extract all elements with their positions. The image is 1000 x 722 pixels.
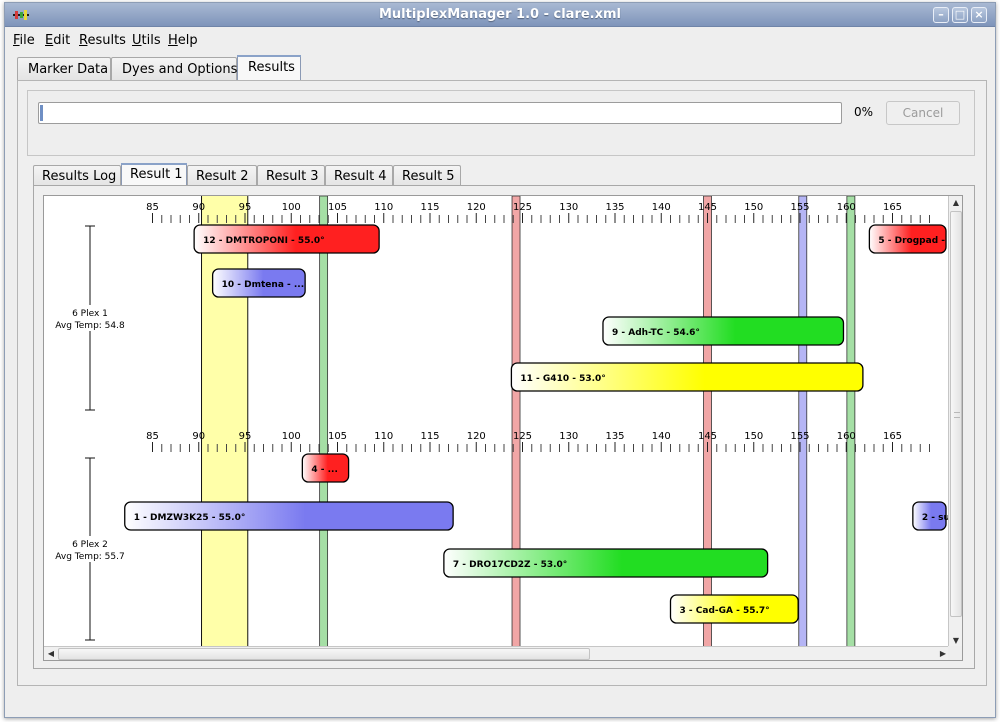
axis-tick-label: 100 (282, 202, 301, 213)
window-title: MultiplexManager 1.0 - clare.xml (378, 7, 622, 22)
axis-tick-label: 165 (883, 202, 902, 213)
dye-line (319, 196, 329, 648)
axis-tick-label: 145 (698, 202, 717, 213)
tab-result-4[interactable]: Result 4 (325, 165, 393, 187)
dye-line (798, 196, 808, 648)
dye-line (511, 196, 521, 648)
tab-result-5[interactable]: Result 5 (393, 165, 461, 187)
vertical-scroll-thumb[interactable] (950, 211, 962, 617)
marker-label: 7 - DRO17CD2Z - 53.0° (453, 560, 567, 570)
app-window: MultiplexManager 1.0 - clare.xml – □ × F… (4, 2, 996, 718)
progress-fill (40, 105, 43, 121)
axis-tick-label: 105 (328, 202, 347, 213)
axis-tick-label: 150 (744, 431, 763, 442)
axis-tick-label: 95 (239, 202, 252, 213)
marker-label: 10 - Dmtena - ... (222, 280, 305, 290)
marker-label: 4 - ... (311, 465, 338, 475)
plex-avg-temp: Avg Temp: 55.7 (55, 552, 124, 562)
menu-file[interactable]: File (13, 33, 35, 48)
dye-line (703, 196, 712, 648)
marker-label: 1 - DMZW3K25 - 55.0° (134, 513, 246, 523)
axis-tick-label: 120 (467, 202, 486, 213)
menu-help[interactable]: Help (168, 33, 198, 48)
axis-tick-label: 155 (790, 431, 809, 442)
marker-label: 9 - Adh-TC - 54.6° (612, 328, 700, 338)
axis-tick-label: 105 (328, 431, 347, 442)
axis-tick-label: 135 (605, 202, 624, 213)
axis-tick-label: 165 (883, 431, 902, 442)
axis-tick-label: 130 (559, 202, 578, 213)
axis-tick-label: 160 (837, 431, 856, 442)
tab-results-log[interactable]: Results Log (33, 165, 121, 187)
axis-tick-label: 130 (559, 431, 578, 442)
axis-tick-label: 145 (698, 431, 717, 442)
minimize-icon[interactable]: – (933, 7, 949, 23)
cancel-button[interactable]: Cancel (886, 101, 960, 125)
highlight-band (201, 196, 248, 648)
axis-tick-label: 160 (837, 202, 856, 213)
axis-tick-label: 95 (239, 431, 252, 442)
progress-percent: 0% (854, 105, 874, 119)
tab-dyes-and-options[interactable]: Dyes and Options (111, 57, 237, 81)
axis-tick-label: 120 (467, 431, 486, 442)
horizontal-scrollbar[interactable]: ◀ ▶ (44, 646, 950, 660)
progress-group: 0% Cancel (27, 90, 975, 156)
title-bar[interactable]: MultiplexManager 1.0 - clare.xml – □ × (5, 3, 995, 27)
maximize-icon[interactable]: □ (952, 7, 968, 23)
marker-label: 12 - DMTROPONI - 55.0° (203, 236, 325, 246)
results-panel: 0% Cancel Results Log Result 1 Result 2 … (17, 80, 987, 686)
menu-edit[interactable]: Edit (45, 33, 70, 48)
close-icon[interactable]: × (971, 7, 987, 23)
tab-results[interactable]: Results (237, 55, 301, 81)
axis-tick-label: 90 (192, 431, 205, 442)
scroll-up-icon[interactable]: ▲ (950, 197, 962, 209)
axis-tick-label: 150 (744, 202, 763, 213)
multiplex-chart: 85 90 95 100 105 110 115 120 125 130 135 140 145 150 1… (52, 196, 950, 648)
axis-tick-label: 115 (420, 202, 439, 213)
marker-label: 11 - G410 - 53.0° (520, 374, 605, 384)
axis-tick-label: 110 (374, 431, 393, 442)
menu-results[interactable]: Results (79, 33, 126, 48)
tab-marker-data[interactable]: Marker Data (17, 57, 111, 81)
tab-result-1[interactable]: Result 1 (121, 163, 187, 187)
axis-tick-label: 140 (652, 431, 671, 442)
plex-avg-temp: Avg Temp: 54.8 (55, 321, 125, 331)
dye-line (846, 196, 856, 648)
axis-tick-label: 125 (513, 202, 532, 213)
horizontal-scroll-thumb[interactable] (58, 648, 590, 660)
tab-result-3[interactable]: Result 3 (257, 165, 325, 187)
progress-bar (38, 102, 842, 124)
multiplex-canvas[interactable]: 85 90 95 100 105 110 115 120 125 130 135 140 145 150 1… (43, 195, 963, 661)
axis-tick-label: 115 (420, 431, 439, 442)
axis-tick-label: 155 (790, 202, 809, 213)
axis-tick-label: 85 (146, 431, 159, 442)
marker-label: 3 - Cad-GA - 55.7° (680, 606, 770, 616)
axis-tick-label: 135 (605, 431, 624, 442)
plex-name: 6 Plex 2 (72, 540, 108, 550)
axis-tick-label: 85 (146, 202, 159, 213)
axis-tick-label: 100 (282, 431, 301, 442)
tab-result-2[interactable]: Result 2 (187, 165, 257, 187)
scroll-left-icon[interactable]: ◀ (45, 648, 57, 660)
plex-name: 6 Plex 1 (72, 309, 108, 319)
axis-tick-label: 140 (652, 202, 671, 213)
menu-utils[interactable]: Utils (132, 33, 161, 48)
axis-tick-label: 125 (513, 431, 532, 442)
marker-label: 5 - Drogpad - 56.0° (878, 236, 950, 246)
axis-tick-label: 90 (192, 202, 205, 213)
menu-bar: File Edit Results Utils Help (5, 28, 995, 52)
marker-label: 2 - su.var - 56.2° (922, 513, 950, 523)
axis-tick-label: 110 (374, 202, 393, 213)
result-panel: 85 90 95 100 105 110 115 120 125 130 135 140 145 150 1… (33, 185, 975, 669)
scroll-corner (948, 646, 962, 660)
vertical-scrollbar[interactable]: ▲ ▼ (948, 196, 962, 648)
